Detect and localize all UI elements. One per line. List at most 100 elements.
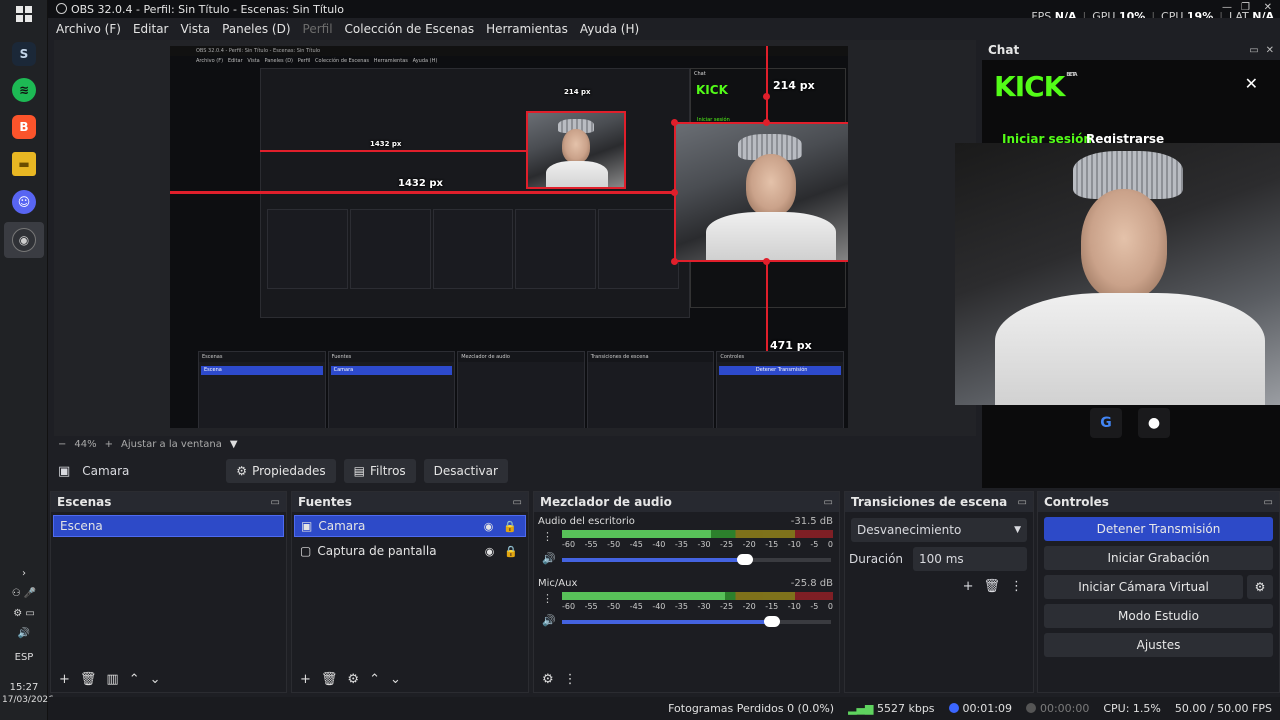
transition-select[interactable]: Desvanecimiento ▼ [851,518,1027,542]
menu-archivo[interactable]: Archivo (F) [56,20,121,38]
channel-menu-icon[interactable]: ⋮ [542,530,553,543]
spotify-icon[interactable]: ≋ [12,78,36,102]
remove-scene-icon[interactable]: 🗑 [80,672,97,687]
source-item-camera[interactable]: ▣ Camara ◉ 🔒 [294,515,526,537]
stream-dot-icon [948,703,959,713]
source-label: Captura de pantalla [317,544,437,558]
kick-close-icon[interactable]: ✕ [1245,74,1258,93]
stop-stream-button[interactable]: Detener Transmisión [1044,517,1273,541]
record-dot-icon [1025,703,1036,713]
clock-date[interactable]: 17/03/2026 [2,695,54,705]
clock-time[interactable]: 15:27 [6,682,42,693]
brave-icon[interactable]: B [12,115,36,139]
record-time: 00:00:00 [1025,702,1089,715]
move-up-icon[interactable]: ⌃ [369,672,380,687]
lock-icon[interactable]: 🔒 [504,545,518,558]
mixer-menu-icon[interactable]: ⋮ [564,672,577,687]
scenes-title: Escenas [57,495,112,509]
volume-slider[interactable] [562,554,831,565]
mixer-settings-icon[interactable]: ⚙ [542,672,554,687]
remove-transition-icon[interactable]: 🗑 [983,579,1000,594]
menu-vista[interactable]: Vista [180,20,210,38]
scene-item[interactable]: Escena [53,515,284,537]
tray-apps-icon[interactable]: ⚇ 🎤 [6,588,42,599]
add-scene-icon[interactable]: + [59,672,70,687]
steam-icon[interactable]: S [12,42,36,66]
file-explorer-icon[interactable]: ▬ [12,152,36,176]
guide-horizontal [170,192,675,194]
channel-db: -31.5 dB [790,516,833,527]
signal-bars-icon: ▂▄▆ [848,702,874,715]
source-properties-icon[interactable]: ⚙ [347,672,359,687]
move-down-icon[interactable]: ⌄ [150,672,161,687]
selected-source-box[interactable] [674,122,848,262]
start-recording-button[interactable]: Iniciar Grabación [1044,546,1273,570]
visibility-eye-icon[interactable]: ◉ [484,520,494,533]
deactivate-button[interactable]: Desactivar [423,459,508,483]
filters-button[interactable]: ▤ Filtros [343,459,416,483]
sources-popout-icon[interactable]: ▭ [513,497,522,508]
language-indicator[interactable]: ESP [6,652,42,663]
visibility-eye-icon[interactable]: ◉ [485,545,495,558]
zoom-in-button[interactable]: + [105,439,113,450]
menu-ayuda[interactable]: Ayuda (H) [580,20,639,38]
fps-status: 50.00 / 50.00 FPS [1174,702,1272,715]
move-down-icon[interactable]: ⌄ [390,672,401,687]
add-source-icon[interactable]: + [300,672,311,687]
mixer-popout-icon[interactable]: ▭ [824,497,833,508]
transitions-popout-icon[interactable]: ▭ [1018,497,1027,508]
resize-handle-ml[interactable] [671,189,678,196]
menu-herramientas[interactable]: Herramientas [486,20,568,38]
google-login-icon[interactable]: G [1090,408,1122,438]
speaker-icon[interactable]: 🔊 [542,552,556,565]
scene-filter-icon[interactable]: ▥ [106,672,118,687]
scale-tick: -20 [742,540,756,549]
menu-paneles[interactable]: Paneles (D) [222,20,290,38]
cpu-usage: CPU: 1.5% [1103,702,1161,715]
volume-icon[interactable]: 🔊 [6,628,42,639]
window-title: OBS 32.0.4 - Perfil: Sin Título - Escena… [56,2,344,16]
zoom-fit-label[interactable]: Ajustar a la ventana [121,439,222,450]
controls-popout-icon[interactable]: ▭ [1264,497,1273,508]
speaker-icon[interactable]: 🔊 [542,614,556,627]
menu-editar[interactable]: Editar [133,20,169,38]
resize-handle-bl[interactable] [671,258,678,265]
add-transition-icon[interactable]: + [963,579,974,594]
scale-tick: -50 [607,602,621,611]
duration-input[interactable]: 100 ms [913,547,1027,571]
menu-perfil[interactable]: Perfil [303,20,333,38]
studio-mode-button[interactable]: Modo Estudio [1044,604,1273,628]
transition-menu-icon[interactable]: ⋮ [1010,579,1023,594]
scale-tick: 0 [827,540,833,549]
scale-tick: -40 [652,540,666,549]
resize-handle-tm[interactable] [763,119,770,126]
windows-start-icon[interactable] [16,6,32,22]
tray-expand-icon[interactable]: › [6,568,42,579]
controls-title: Controles [1044,495,1109,509]
scenes-popout-icon[interactable]: ▭ [271,497,280,508]
start-virtual-camera-button[interactable]: Iniciar Cámara Virtual [1044,575,1243,599]
chat-popout-icon[interactable]: ▭ ✕ [1249,45,1274,56]
px-label-top: 214 px [773,79,815,92]
source-item-screen-capture[interactable]: ▢ Captura de pantalla ◉ 🔒 [294,540,526,562]
preview-canvas[interactable]: OBS 32.0.4 - Perfil: Sin Título - Escena… [170,46,848,428]
resize-handle-bm[interactable] [763,258,770,265]
zoom-dropdown-icon[interactable]: ▼ [230,439,238,450]
tray-network-icon[interactable]: ⚙ ▭ [6,608,42,619]
zoom-out-button[interactable]: − [58,439,66,450]
lock-icon[interactable]: 🔒 [503,520,517,533]
obs-icon[interactable]: ◉ [12,228,36,252]
channel-menu-icon[interactable]: ⋮ [542,592,553,605]
menu-coleccion-escenas[interactable]: Colección de Escenas [345,20,475,38]
resize-handle-tl[interactable] [671,119,678,126]
nested-obs-titlebar: OBS 32.0.4 - Perfil: Sin Título - Escena… [170,46,848,56]
virtual-camera-settings-icon[interactable]: ⚙ [1247,575,1273,599]
apple-login-icon[interactable]: ● [1138,408,1170,438]
properties-button[interactable]: ⚙ Propiedades [226,459,336,483]
discord-icon[interactable]: ☺ [12,190,36,214]
move-up-icon[interactable]: ⌃ [129,672,140,687]
transition-actions: + 🗑 ⋮ [845,579,1023,594]
volume-slider[interactable] [562,616,831,627]
remove-source-icon[interactable]: 🗑 [321,672,338,687]
settings-button[interactable]: Ajustes [1044,633,1273,657]
